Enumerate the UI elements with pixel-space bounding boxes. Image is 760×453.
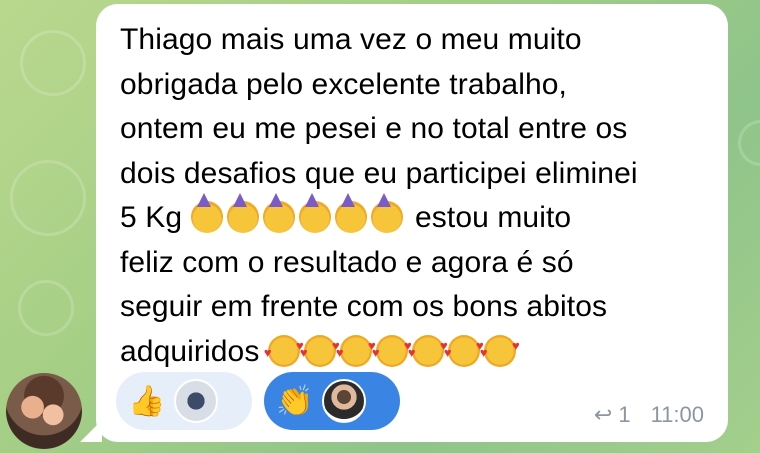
smiling-face-with-hearts-emoji [300,324,340,375]
sender-avatar[interactable] [6,373,82,449]
clapping-hands-icon: 👏 [276,384,314,418]
background-doodle [738,120,760,166]
reply-icon[interactable]: ↩ [594,402,612,428]
message-line: obrigada pelo excelente trabalho, [120,67,567,101]
smiling-face-with-hearts-emoji [480,324,520,375]
reactor-avatar [322,379,366,423]
message-time: 11:00 [650,402,704,427]
message-bubble[interactable]: Thiago mais uma vez o meu muito obrigada… [96,4,728,442]
message-line: estou muito [415,201,572,234]
partying-face-emoji [298,193,331,233]
reaction-thumbs-up[interactable]: 👍 [116,372,252,430]
smiling-face-with-hearts-emoji [372,324,412,375]
message-line: feliz com o resultado e agora é só [120,245,574,279]
reactor-avatar [174,379,218,423]
message-meta: ↩ 1 11:00 [594,402,704,428]
smiling-face-with-hearts-emoji [444,324,484,375]
message-line: ontem eu me pesei e no total entre os [120,112,628,145]
partying-face-emoji [262,193,295,233]
background-doodle [20,30,86,96]
thumbs-up-icon: 👍 [128,384,166,418]
smiling-face-with-hearts-emoji [264,324,304,375]
reply-count[interactable]: 1 [618,402,630,428]
smiling-face-with-hearts-emoji [408,324,448,375]
message-text: Thiago mais uma vez o meu muito obrigada… [120,18,716,375]
partying-face-emoji [190,193,223,233]
message-line: 5 Kg [120,201,183,234]
reaction-clapping-hands[interactable]: 👏 [264,372,400,430]
background-doodle [18,280,74,336]
partying-face-emoji [334,193,367,233]
message-line: Thiago mais uma vez o meu muito [120,23,582,56]
message-line: seguir em frente com os bons abitos [120,290,608,323]
message-line: adquiridos [120,334,260,368]
smiling-face-with-hearts-emoji [336,324,376,375]
background-doodle [10,160,86,236]
message-line: dois desafios que eu participei eliminei [120,156,638,190]
partying-face-emoji [226,193,259,233]
partying-face-emoji [370,193,403,233]
